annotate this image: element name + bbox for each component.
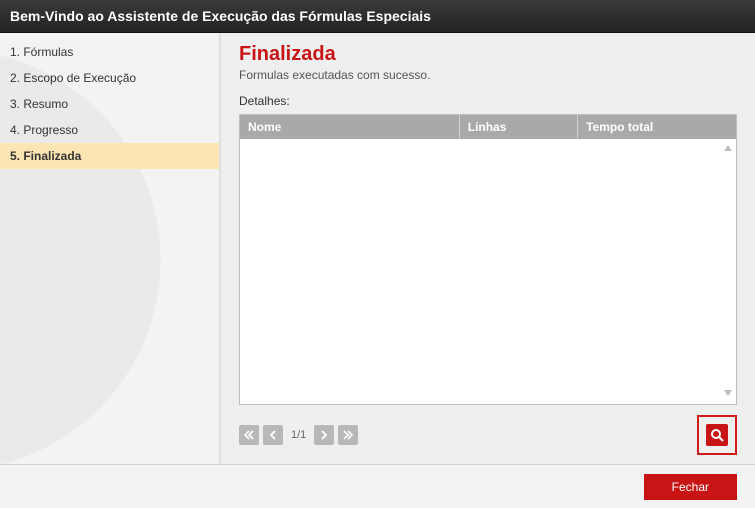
col-tempo[interactable]: Tempo total (578, 115, 736, 139)
page-indicator: 1/1 (287, 429, 310, 441)
chevron-right-icon (320, 430, 328, 440)
double-chevron-right-icon (343, 430, 353, 440)
step-escopo[interactable]: 2. Escopo de Execução (0, 65, 219, 91)
pager-next-button[interactable] (314, 425, 334, 445)
page-subtitle: Formulas executadas com sucesso. (239, 68, 737, 82)
step-progresso[interactable]: 4. Progresso (0, 117, 219, 143)
double-chevron-left-icon (244, 430, 254, 440)
close-button[interactable]: Fechar (644, 474, 737, 500)
search-icon (710, 428, 724, 442)
footer: Fechar (0, 464, 755, 508)
pager-first-button[interactable] (239, 425, 259, 445)
col-linhas[interactable]: Linhas (460, 115, 578, 139)
step-resumo[interactable]: 3. Resumo (0, 91, 219, 117)
window-title: Bem-Vindo ao Assistente de Execução das … (0, 0, 755, 33)
step-finalizada[interactable]: 5. Finalizada (0, 143, 219, 169)
pager: 1/1 (239, 425, 358, 445)
col-nome[interactable]: Nome (240, 115, 460, 139)
scroll-up-icon[interactable] (723, 143, 733, 153)
details-label: Detalhes: (239, 94, 737, 108)
chevron-left-icon (269, 430, 277, 440)
pager-prev-button[interactable] (263, 425, 283, 445)
scroll-down-icon[interactable] (723, 388, 733, 398)
search-button[interactable] (697, 415, 737, 455)
table-header: Nome Linhas Tempo total (240, 115, 736, 139)
page-title: Finalizada (239, 43, 737, 66)
wizard-steps: 1. Fórmulas 2. Escopo de Execução 3. Res… (0, 33, 220, 465)
step-formulas[interactable]: 1. Fórmulas (0, 39, 219, 65)
details-table: Nome Linhas Tempo total (239, 114, 737, 405)
table-body (240, 139, 736, 404)
pager-last-button[interactable] (338, 425, 358, 445)
main-panel: Finalizada Formulas executadas com suces… (220, 33, 755, 465)
